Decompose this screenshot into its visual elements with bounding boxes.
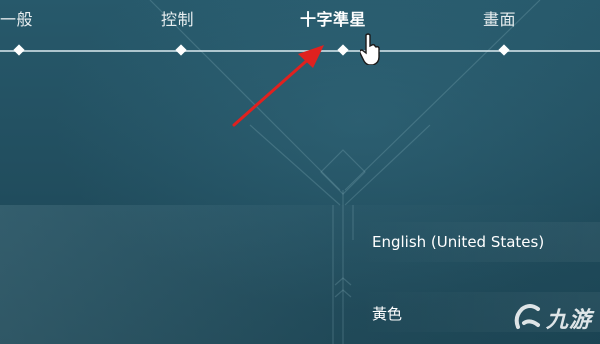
watermark: 九游 bbox=[512, 300, 598, 334]
hand-pointer-icon bbox=[360, 33, 380, 65]
language-setting-row[interactable]: English (United States) bbox=[355, 222, 600, 262]
watermark-text: 九游 bbox=[546, 308, 593, 333]
crosshair-color-value: 黃色 bbox=[372, 305, 403, 323]
jiuyou-logo-icon bbox=[514, 304, 540, 329]
language-value: English (United States) bbox=[372, 233, 545, 251]
